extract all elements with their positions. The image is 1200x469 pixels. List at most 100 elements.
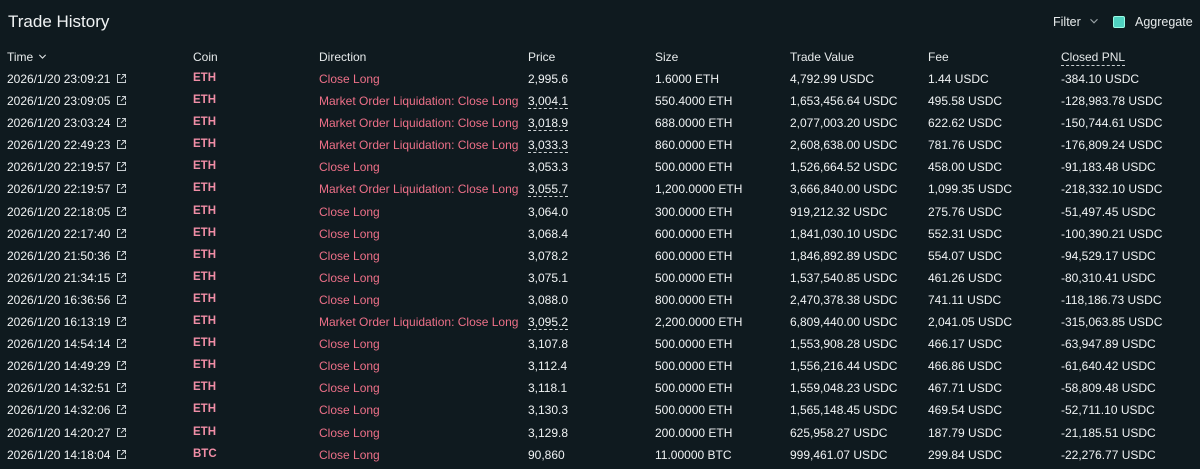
trade-price[interactable]: 3,018.9: [528, 116, 569, 132]
trade-coin[interactable]: BTC: [193, 448, 217, 460]
trade-direction: Close Long: [319, 425, 380, 440]
table-row: 2026/1/20 21:50:36 ETH Close Long 3,078.2 60…: [0, 245, 1200, 267]
column-header-closed-pnl[interactable]: Closed PNL: [1061, 50, 1126, 66]
trade-size: 600.0000 ETH: [655, 226, 733, 241]
trade-closed-pnl: -22,276.77 USDC: [1061, 447, 1156, 462]
trade-fee: 741.11 USDC: [928, 292, 1002, 307]
trade-closed-pnl: -91,183.48 USDC: [1061, 160, 1156, 175]
aggregate-label: Aggregate: [1135, 15, 1193, 29]
trade-value: 1,846,892.89 USDC: [790, 248, 898, 263]
trade-coin[interactable]: ETH: [193, 160, 216, 172]
trade-closed-pnl: -218,332.10 USDC: [1061, 182, 1163, 197]
column-header-time[interactable]: Time: [7, 50, 33, 64]
trade-size: 2,200.0000 ETH: [655, 315, 743, 330]
chevron-down-icon[interactable]: [1089, 16, 1099, 26]
trade-price: 3,112.4: [528, 359, 568, 374]
trade-size: 1.6000 ETH: [655, 72, 720, 86]
external-link-icon[interactable]: [116, 228, 127, 239]
trade-size: 11.00000 BTC: [655, 447, 732, 462]
table-row: 2026/1/20 22:18:05 ETH Close Long 3,064.0 30…: [0, 201, 1200, 223]
external-link-icon[interactable]: [116, 294, 127, 305]
external-link-icon[interactable]: [116, 338, 127, 349]
panel-header: Trade History Filter Aggregate: [0, 0, 1200, 44]
trade-price[interactable]: 3,055.7: [528, 182, 569, 198]
external-link-icon[interactable]: [116, 95, 127, 106]
trade-direction: Market Order Liquidation: Close Long: [319, 94, 519, 109]
external-link-icon[interactable]: [116, 139, 127, 150]
column-header-direction[interactable]: Direction: [319, 50, 366, 64]
column-header-size[interactable]: Size: [655, 50, 678, 64]
aggregate-checkbox[interactable]: [1113, 16, 1125, 28]
external-link-icon[interactable]: [116, 206, 127, 217]
trade-size: 688.0000 ETH: [655, 116, 733, 131]
trade-value: 2,608,638.00 USDC: [790, 138, 898, 153]
trade-direction: Market Order Liquidation: Close Long: [319, 138, 519, 153]
external-link-icon[interactable]: [116, 360, 127, 371]
trade-fee: 622.62 USDC: [928, 116, 1003, 131]
trade-coin[interactable]: ETH: [193, 403, 216, 415]
column-header-coin[interactable]: Coin: [193, 50, 218, 64]
table-header: Time Coin Direction Price Size Trade Val…: [0, 46, 1200, 68]
trade-coin[interactable]: ETH: [193, 337, 216, 349]
column-header-trade-value[interactable]: Trade Value: [790, 50, 854, 64]
external-link-icon[interactable]: [116, 250, 127, 261]
table-row: 2026/1/20 14:32:51 ETH Close Long 3,118.1 50…: [0, 377, 1200, 399]
trade-value: 1,653,456.64 USDC: [790, 94, 898, 109]
trade-fee: 495.58 USDC: [928, 94, 1003, 109]
external-link-icon[interactable]: [116, 73, 127, 84]
trade-coin[interactable]: ETH: [193, 205, 216, 217]
trade-fee: 466.17 USDC: [928, 337, 1003, 352]
table-row: 2026/1/20 14:49:29 ETH Close Long 3,112.4 50…: [0, 355, 1200, 377]
trade-coin[interactable]: ETH: [193, 227, 216, 239]
column-header-fee[interactable]: Fee: [928, 50, 949, 64]
trade-direction: Close Long: [319, 248, 380, 263]
trade-coin[interactable]: ETH: [193, 138, 216, 150]
trade-coin[interactable]: ETH: [193, 381, 216, 393]
trade-value: 919,212.32 USDC: [790, 204, 888, 219]
trade-time: 2026/1/20 16:13:19: [7, 315, 111, 330]
external-link-icon[interactable]: [116, 117, 127, 128]
external-link-icon[interactable]: [116, 161, 127, 172]
trade-closed-pnl: -315,063.85 USDC: [1061, 315, 1163, 330]
external-link-icon[interactable]: [116, 449, 127, 460]
trade-direction: Close Long: [319, 72, 380, 86]
trade-time: 2026/1/20 21:50:36: [7, 248, 111, 263]
external-link-icon[interactable]: [116, 382, 127, 393]
trade-coin[interactable]: ETH: [193, 94, 216, 106]
trade-coin[interactable]: ETH: [193, 315, 216, 327]
trade-price: 3,088.0: [528, 292, 569, 307]
trade-direction: Close Long: [319, 403, 380, 418]
trade-price[interactable]: 3,033.3: [528, 138, 569, 154]
trade-closed-pnl: -63,947.89 USDC: [1061, 337, 1156, 352]
trade-time: 2026/1/20 22:18:05: [7, 204, 111, 219]
trade-closed-pnl: -51,497.45 USDC: [1061, 204, 1156, 219]
trade-coin[interactable]: ETH: [193, 426, 216, 438]
trade-coin[interactable]: ETH: [193, 72, 216, 84]
table-row: 2026/1/20 22:19:57 ETH Market Order Liquid…: [0, 178, 1200, 200]
trade-coin[interactable]: ETH: [193, 116, 216, 128]
trade-direction: Close Long: [319, 160, 380, 175]
trade-direction: Close Long: [319, 381, 380, 396]
trade-price: 3,075.1: [528, 270, 569, 285]
trade-coin[interactable]: ETH: [193, 249, 216, 261]
external-link-icon[interactable]: [116, 427, 127, 438]
column-header-price[interactable]: Price: [528, 50, 555, 64]
external-link-icon[interactable]: [116, 272, 127, 283]
trade-time: 2026/1/20 22:49:23: [7, 138, 111, 153]
external-link-icon[interactable]: [116, 404, 127, 415]
trade-size: 500.0000 ETH: [655, 403, 733, 418]
table-row: 2026/1/20 22:49:23 ETH Market Order Liquid…: [0, 134, 1200, 156]
filter-dropdown[interactable]: Filter: [1053, 15, 1081, 29]
trade-time: 2026/1/20 14:18:04: [7, 447, 111, 462]
trade-price[interactable]: 3,095.2: [528, 315, 569, 331]
trade-price[interactable]: 3,004.1: [528, 94, 569, 110]
external-link-icon[interactable]: [116, 183, 127, 194]
trade-coin[interactable]: ETH: [193, 293, 216, 305]
trade-size: 200.0000 ETH: [655, 425, 733, 440]
trade-price: 3,064.0: [528, 204, 569, 219]
external-link-icon[interactable]: [116, 316, 127, 327]
trade-coin[interactable]: ETH: [193, 271, 216, 283]
trade-coin[interactable]: ETH: [193, 359, 216, 371]
chevron-down-icon[interactable]: [38, 52, 47, 61]
trade-coin[interactable]: ETH: [193, 182, 216, 194]
